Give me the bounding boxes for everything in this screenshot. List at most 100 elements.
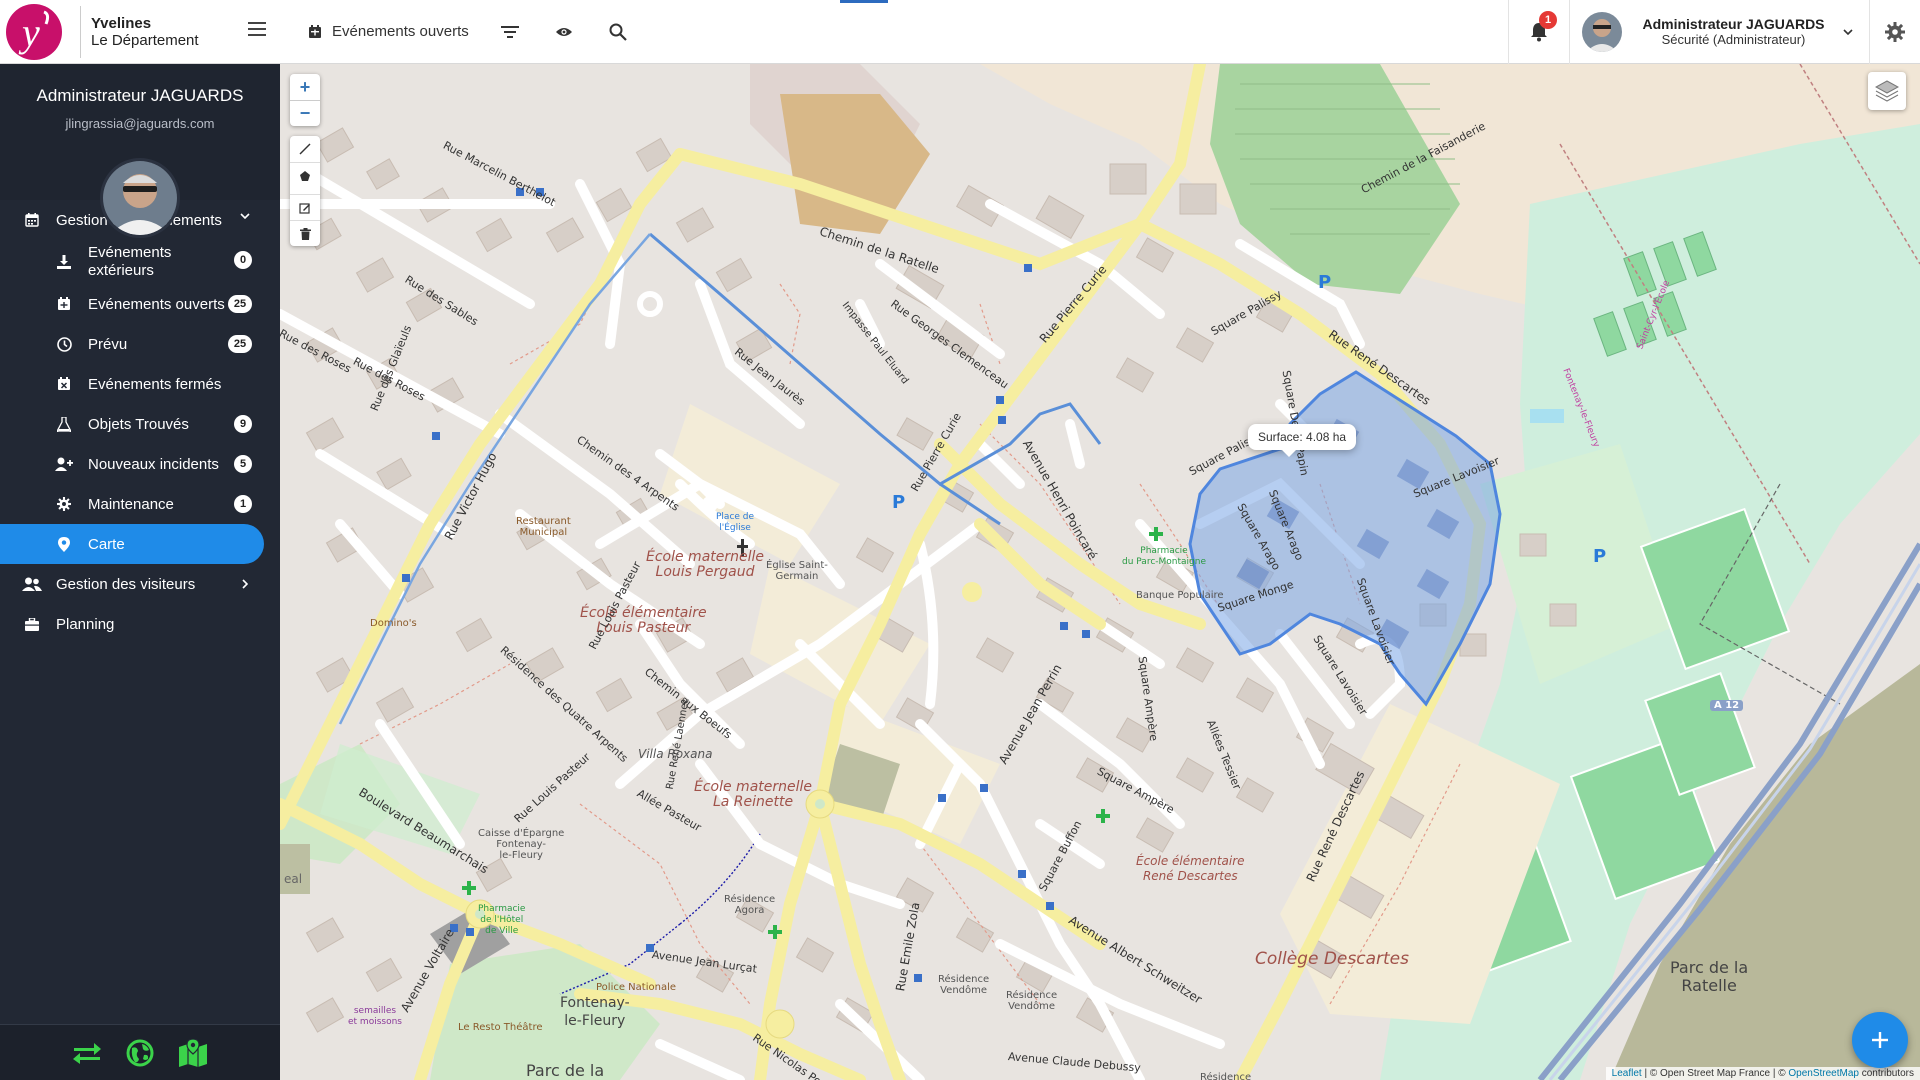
- polyline-icon: [299, 143, 311, 155]
- user-plus-icon: [54, 457, 74, 471]
- menu-icon[interactable]: [248, 21, 266, 36]
- count-badge: 25: [228, 335, 252, 353]
- toolbar-left: Evénements ouverts: [280, 0, 645, 64]
- sidebar-item-label: Carte: [88, 535, 125, 553]
- download-icon: [54, 255, 74, 269]
- zoom-in-button[interactable]: +: [290, 74, 320, 100]
- profile-name: Administrateur JAGUARDS: [36, 86, 244, 105]
- chevron-down-icon: [240, 213, 250, 219]
- profile-email: jlingrassia@jaguards.com: [65, 116, 215, 131]
- sidebar-item-external-events[interactable]: Evénements extérieurs 0: [0, 240, 280, 284]
- filter-button[interactable]: [483, 0, 537, 64]
- notifications-badge: 1: [1539, 10, 1557, 29]
- toolbar-right: 1 Administrateur JAGUARDS Sécurité (Admi…: [1508, 0, 1920, 64]
- sidebar-item-label: Prévu: [88, 335, 128, 353]
- calendar-icon: [22, 213, 42, 227]
- profile-avatar: [100, 158, 180, 238]
- sidebar-item-label: Evénements ouverts: [88, 295, 225, 313]
- sidebar-item-open-events[interactable]: Evénements ouverts 25: [0, 284, 280, 324]
- sidebar-item-planned[interactable]: Prévu 25: [0, 324, 280, 364]
- eye-icon: [555, 27, 572, 36]
- delete-layers-button[interactable]: [290, 220, 320, 246]
- count-badge: 5: [234, 455, 252, 473]
- app-root: y Yvelines Le Département Evénements ouv…: [0, 0, 1920, 1080]
- user-name: Administrateur JAGUARDS: [1642, 15, 1825, 32]
- trash-icon: [299, 227, 311, 240]
- svg-text:P: P: [1593, 546, 1606, 567]
- sidebar-item-closed-events[interactable]: Evénements fermés: [0, 364, 280, 404]
- layers-icon: [1875, 80, 1899, 102]
- surface-popup-text: Surface: 4.08 ha: [1258, 430, 1347, 444]
- add-event-button[interactable]: [1852, 1012, 1908, 1068]
- count-badge: 1: [234, 495, 252, 513]
- search-button[interactable]: [591, 0, 645, 64]
- edit-layers-button[interactable]: [290, 194, 320, 220]
- brand-text: Yvelines Le Département: [91, 15, 199, 49]
- calendar-x-icon: [54, 377, 74, 391]
- map-attribution: Leaflet | © Open Street Map France | © O…: [1605, 1067, 1920, 1080]
- brand: y Yvelines Le Département: [0, 0, 280, 64]
- sidebar-item-lost-objects[interactable]: Objets Trouvés 9: [0, 404, 280, 444]
- yvelines-logo[interactable]: y: [0, 0, 64, 64]
- attribution-contributors: contributors: [1858, 1068, 1914, 1079]
- count-badge: 25: [228, 295, 252, 313]
- gear-icon: [54, 497, 74, 511]
- attribution-osm-france: | © Open Street Map France | ©: [1641, 1068, 1789, 1079]
- open-events-label: Evénements ouverts: [332, 23, 469, 40]
- notifications-button[interactable]: 1: [1508, 0, 1570, 64]
- filter-icon: [500, 25, 519, 38]
- draw-polygon-button[interactable]: [290, 162, 320, 188]
- user-role: Sécurité (Administrateur): [1661, 31, 1806, 47]
- chevron-down-icon: [1843, 28, 1853, 35]
- briefcase-icon: [22, 617, 42, 631]
- sidebar-item-label: Maintenance: [88, 495, 174, 513]
- svg-text:P: P: [1318, 272, 1331, 293]
- map-view[interactable]: P P P + − Surface: 4.08 ha École materne…: [280, 64, 1920, 1080]
- sidebar-item-map[interactable]: Carte: [0, 524, 264, 564]
- brand-subtitle: Le Département: [91, 31, 199, 49]
- visibility-button[interactable]: [537, 0, 591, 64]
- zoom-out-button[interactable]: −: [290, 100, 320, 126]
- settings-button[interactable]: [1870, 0, 1920, 64]
- count-badge: 0: [234, 251, 252, 269]
- draw-polyline-button[interactable]: [290, 136, 320, 162]
- count-badge: 9: [234, 415, 252, 433]
- sidebar-group-visitors[interactable]: Gestion des visiteurs: [0, 564, 280, 604]
- zoom-control: + −: [290, 74, 320, 126]
- flask-icon: [54, 416, 74, 432]
- sidebar-item-label: Evénements fermés: [88, 375, 222, 393]
- osm-link[interactable]: OpenStreetMap: [1788, 1068, 1859, 1079]
- sidebar-bottom-bar: [0, 1024, 280, 1080]
- swap-icon[interactable]: [72, 1042, 102, 1064]
- plus-icon: [1872, 1032, 1888, 1048]
- avatar: [1582, 11, 1622, 52]
- edit-icon: [299, 202, 310, 214]
- map-tiles: P P P: [280, 64, 1920, 1080]
- user-info: Administrateur JAGUARDS Sécurité (Admini…: [1632, 16, 1835, 48]
- polygon-icon: [300, 170, 310, 181]
- chevron-right-icon: [242, 579, 248, 589]
- sidebar-item-label: Objets Trouvés: [88, 415, 189, 433]
- sidebar-group-label: Planning: [56, 615, 115, 633]
- brand-divider: [80, 5, 81, 58]
- surface-popup: Surface: 4.08 ha: [1248, 424, 1357, 457]
- sidebar-item-maintenance[interactable]: Maintenance 1: [0, 484, 280, 524]
- calendar-plus-icon: [54, 297, 74, 311]
- top-accent: [840, 0, 888, 3]
- map-icon[interactable]: [178, 1038, 208, 1067]
- layers-button[interactable]: [1868, 72, 1906, 110]
- draw-toolbar: [290, 136, 320, 246]
- sidebar-item-new-incidents[interactable]: Nouveaux incidents 5: [0, 444, 280, 484]
- globe-icon[interactable]: [126, 1039, 154, 1067]
- open-events-button[interactable]: Evénements ouverts: [294, 0, 483, 64]
- search-icon: [609, 23, 627, 41]
- sidebar-item-label: Evénements extérieurs: [88, 244, 172, 279]
- svg-text:P: P: [892, 492, 905, 513]
- svg-text:y: y: [18, 10, 40, 55]
- sidebar-group-label: Gestion des visiteurs: [56, 575, 196, 593]
- sidebar-group-planning[interactable]: Planning: [0, 604, 280, 644]
- user-menu[interactable]: Administrateur JAGUARDS Sécurité (Admini…: [1570, 0, 1870, 64]
- gear-icon: [1885, 21, 1905, 42]
- leaflet-link[interactable]: Leaflet: [1612, 1068, 1642, 1079]
- sidebar-nav: Gestion des événements Evénements extéri…: [0, 200, 280, 644]
